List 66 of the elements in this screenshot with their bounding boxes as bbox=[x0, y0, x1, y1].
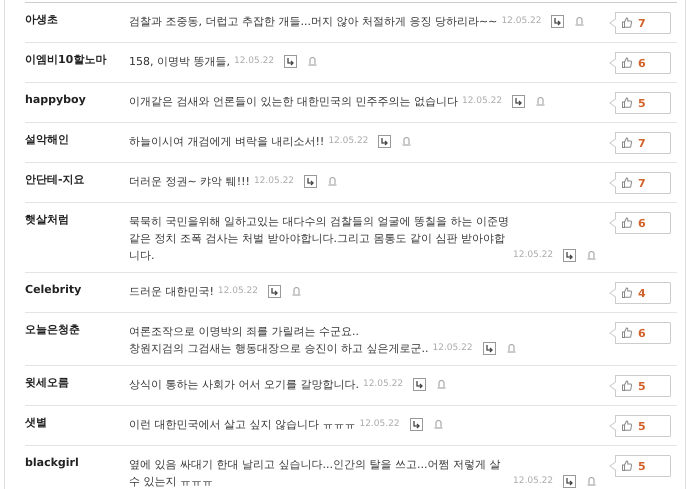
comment-text: 상식이 통하는 사회가 어서 오기를 갈망합니다. bbox=[129, 377, 359, 393]
comment-date: 12.05.22 bbox=[513, 249, 554, 262]
comment-text: 이런 대한민국에서 살고 싶지 않습니다 ㅠㅠㅠ bbox=[129, 417, 356, 433]
thumbs-up-icon bbox=[621, 327, 633, 339]
comment-date: 12.05.22 bbox=[462, 95, 502, 108]
comment-date: 12.05.22 bbox=[513, 475, 554, 488]
comment-author: 설악해인 bbox=[25, 132, 70, 148]
reply-icon[interactable] bbox=[563, 249, 576, 262]
comment-author: blackgirl bbox=[25, 455, 80, 471]
comment-date: 12.05.22 bbox=[218, 285, 258, 298]
reply-icon[interactable] bbox=[268, 285, 281, 298]
like-button[interactable]: 5 bbox=[609, 375, 671, 397]
comment-text: 여론조작으로 이명박의 죄를 가릴려는 수군요.. 창원지검의 그검새는 행동대장으로 승진이 하고 싶은게로군.. bbox=[129, 324, 428, 357]
comment-author: 햇살처럼 bbox=[25, 212, 70, 228]
reply-icon[interactable] bbox=[413, 378, 426, 391]
thumbs-up-icon bbox=[621, 420, 633, 432]
comment-author: 아생초 bbox=[25, 12, 59, 28]
like-button[interactable]: 4 bbox=[609, 282, 671, 304]
comment-date: 12.05.22 bbox=[234, 55, 274, 68]
comment-author: 샛별 bbox=[25, 415, 48, 431]
like-button[interactable]: 7 bbox=[609, 172, 671, 194]
comment-text: 드러운 대한민국! bbox=[129, 284, 214, 300]
reply-icon[interactable] bbox=[512, 95, 526, 108]
thumbs-up-icon bbox=[621, 137, 633, 149]
thumbs-up-icon bbox=[621, 97, 633, 109]
comment-text: 더러운 정권~ 캬악 퉤!!! bbox=[129, 174, 250, 190]
reply-icon[interactable] bbox=[304, 175, 318, 188]
comment-text: 이개같은 검새와 언론들이 있는한 대한민국의 민주주의는 없습니다 bbox=[129, 94, 458, 110]
comment-author: Celebrity bbox=[25, 282, 82, 298]
reply-icon[interactable] bbox=[410, 418, 423, 431]
thumbs-up-icon bbox=[621, 287, 633, 299]
reply-icon[interactable] bbox=[378, 135, 392, 148]
comment-date: 12.05.22 bbox=[362, 378, 404, 391]
like-button[interactable]: 6 bbox=[609, 322, 671, 344]
thumbs-up-icon bbox=[621, 217, 633, 229]
comment-author: 오늘은청춘 bbox=[25, 322, 81, 338]
like-button[interactable]: 5 bbox=[609, 415, 671, 437]
like-button[interactable]: 5 bbox=[609, 455, 671, 477]
thumbs-up-icon bbox=[621, 17, 633, 29]
comment-text: 하늘이시여 개검에게 벼락을 내리소서!! bbox=[129, 134, 324, 150]
reply-icon[interactable] bbox=[284, 55, 298, 68]
like-button[interactable]: 7 bbox=[609, 12, 671, 34]
reply-icon[interactable] bbox=[482, 342, 496, 355]
like-button[interactable]: 5 bbox=[609, 92, 671, 114]
thumbs-up-icon bbox=[621, 460, 633, 472]
comment-date: 12.05.22 bbox=[432, 342, 473, 355]
thumbs-up-icon bbox=[621, 57, 633, 69]
comment-text: 옆에 있음 싸대기 한대 날리고 싶습니다...인간의 탈을 쓰고...어쩜 저렇게 살 수 있는지 ㅠㅠㅠ bbox=[129, 457, 502, 489]
comment-author: 이엠비10할노마 bbox=[25, 52, 108, 68]
comment-date: 12.05.22 bbox=[328, 135, 368, 148]
comment-author: happyboy bbox=[25, 92, 87, 108]
comment-text: 묵묵히 국민을위해 일하고있는 대다수의 검찰들의 얼굴에 똥칠을 하는 이준명같은 정치 조폭 검사는 처벌 받아야합니다.그리고 몸통도 같이 심판 받아야합니다. bbox=[129, 214, 509, 264]
reply-icon[interactable] bbox=[563, 475, 576, 488]
comment-text: 검찰과 조중동, 더럽고 추잡한 개들...머지 않아 처절하게 응징 당하리라~~ bbox=[129, 14, 498, 30]
comment-author: 윗세오름 bbox=[25, 375, 70, 391]
reply-icon[interactable] bbox=[551, 15, 564, 28]
like-button[interactable]: 7 bbox=[609, 132, 671, 154]
thumbs-up-icon bbox=[621, 380, 633, 392]
comment-author: 안단테-지요 bbox=[25, 172, 86, 188]
like-button[interactable]: 6 bbox=[609, 52, 671, 74]
comment-date: 12.05.22 bbox=[254, 175, 294, 188]
comment-date: 12.05.22 bbox=[501, 15, 542, 28]
thumbs-up-icon bbox=[621, 177, 633, 189]
comment-date: 12.05.22 bbox=[359, 418, 400, 431]
comment-text: 158, 이명박 똥개들, bbox=[129, 54, 230, 70]
like-button[interactable]: 6 bbox=[609, 212, 671, 234]
